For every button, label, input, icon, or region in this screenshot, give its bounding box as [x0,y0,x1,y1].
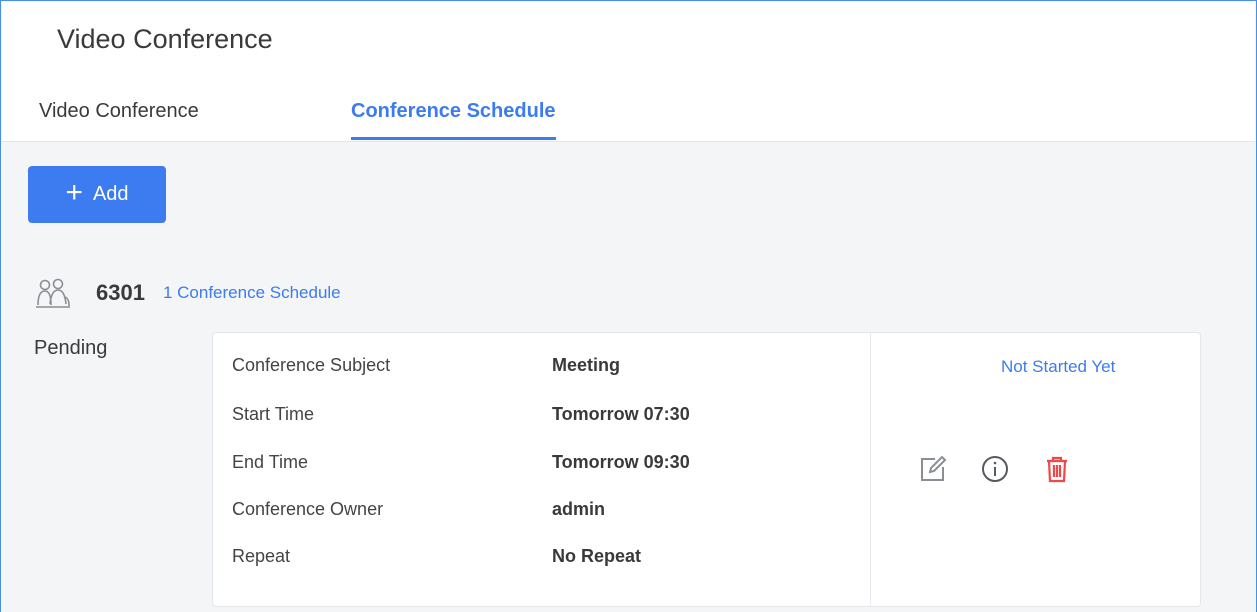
conference-room-row: 6301 1 Conference Schedule [35,277,341,309]
app-frame: Video Conference Video Conference Confer… [0,0,1257,612]
card-actions [917,453,1073,485]
tab-conference-schedule[interactable]: Conference Schedule [351,100,556,140]
card-divider [870,333,871,606]
field-value: admin [552,499,606,519]
field-value: Tomorrow 09:30 [552,452,690,472]
schedule-count-link[interactable]: 1 Conference Schedule [163,283,341,303]
tab-video-conference[interactable]: Video Conference [39,100,199,137]
field-row: Conference Owner admin [232,499,605,520]
field-row: Start Time Tomorrow 07:30 [232,404,690,425]
info-icon[interactable] [979,453,1011,485]
page-title: Video Conference [57,24,273,54]
page-header: Video Conference Video Conference Confer… [2,2,1255,142]
field-value: Meeting [552,355,621,375]
schedule-status: Not Started Yet [1001,357,1116,376]
status-group-label: Pending [34,337,108,359]
conference-room-icon [36,278,70,308]
field-row: Conference Subject Meeting [232,355,620,376]
schedule-card: Conference Subject Meeting Start Time To… [212,332,1201,607]
field-row: Repeat No Repeat [232,546,641,567]
room-number: 6301 [96,280,145,305]
field-value: Tomorrow 07:30 [552,404,690,424]
field-label: End Time [232,452,309,472]
field-row: End Time Tomorrow 09:30 [232,452,690,473]
field-label: Conference Subject [232,355,391,375]
field-label: Conference Owner [232,499,384,519]
add-button[interactable]: + Add [28,166,166,223]
field-label: Repeat [232,546,291,566]
plus-icon: + [65,176,83,209]
edit-icon[interactable] [917,453,949,485]
field-value: No Repeat [552,546,642,566]
add-button-label: Add [92,183,129,205]
delete-icon[interactable] [1041,453,1073,485]
field-label: Start Time [232,404,315,424]
